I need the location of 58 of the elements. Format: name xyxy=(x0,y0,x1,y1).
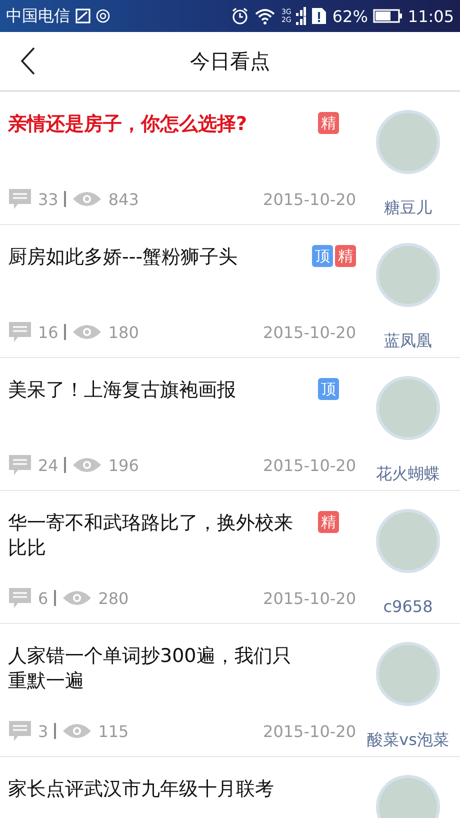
comment-icon xyxy=(8,321,32,343)
comment-icon xyxy=(8,587,32,609)
author-name: 酸菜vs泡菜 xyxy=(367,730,449,751)
view-count: 115 xyxy=(98,722,129,740)
post-badge: 顶 xyxy=(318,378,339,400)
signal-icon xyxy=(296,7,306,25)
carrier-name: 中国电信 xyxy=(6,6,70,26)
view-count: 280 xyxy=(98,588,129,608)
comment-count: 33 xyxy=(38,190,58,208)
comment-count: 3 xyxy=(38,722,48,740)
view-count: 196 xyxy=(108,456,139,474)
post-title: 亲情还是房子，你怎么选择? xyxy=(8,112,248,137)
wifi-icon xyxy=(254,7,276,25)
image-icon xyxy=(75,8,91,24)
post-item[interactable]: 美呆了！上海复古旗袍画报 顶 24 196 2015-10-20 花火蝴蝶 xyxy=(0,358,460,491)
comment-count: 24 xyxy=(38,456,58,474)
post-date: 2015-10-20 xyxy=(263,456,356,474)
battery-percent: 62% xyxy=(332,6,368,26)
author-name: 花火蝴蝶 xyxy=(376,464,440,485)
post-item[interactable]: 亲情还是房子，你怎么选择? 精 33 843 2015-10-20 糖豆儿 xyxy=(0,92,460,225)
author-name: c9658 xyxy=(383,597,433,616)
post-badge: 精 xyxy=(318,511,339,533)
post-title: 厨房如此多娇---蟹粉狮子头 xyxy=(8,245,239,270)
post-badge: 精 xyxy=(318,112,339,134)
post-badge: 精 xyxy=(335,245,356,267)
battery-icon xyxy=(372,8,403,24)
post-title: 华一寄不和武珞路比了，换外校来比比 xyxy=(8,511,294,561)
eye-icon xyxy=(62,589,92,607)
view-count: 843 xyxy=(108,190,139,208)
post-date: 2015-10-20 xyxy=(263,322,356,342)
author-name: 蓝凤凰 xyxy=(384,331,432,352)
comment-icon xyxy=(8,454,32,476)
post-title: 家长点评武汉市九年级十月联考 xyxy=(8,777,275,802)
sim-card-icon xyxy=(311,7,328,25)
post-date: 2015-10-20 xyxy=(263,722,356,740)
post-item[interactable]: 华一寄不和武珞路比了，换外校来比比 精 6 280 2015-10-20 c9658 xyxy=(0,491,460,624)
post-badge: 顶 xyxy=(312,245,333,267)
post-item[interactable]: 厨房如此多娇---蟹粉狮子头 顶 精 16 180 2015-10-20 蓝凤凰 xyxy=(0,225,460,358)
post-title: 人家错一个单词抄300遍，我们只重默一遍 xyxy=(8,644,292,694)
eye-icon xyxy=(62,722,92,740)
eye-icon xyxy=(72,190,102,208)
post-item[interactable]: 家长点评武汉市九年级十月联考 xyxy=(0,757,460,818)
target-icon xyxy=(96,9,110,23)
page-title: 今日看点 xyxy=(190,48,270,74)
comment-count: 16 xyxy=(38,322,58,342)
post-date: 2015-10-20 xyxy=(263,190,356,208)
post-item[interactable]: 人家错一个单词抄300遍，我们只重默一遍 3 115 2015-10-20 酸菜vs泡菜 xyxy=(0,624,460,757)
author-name: 糖豆儿 xyxy=(384,198,432,219)
view-count: 180 xyxy=(108,322,139,342)
post-date: 2015-10-20 xyxy=(263,588,356,608)
alarm-clock-icon xyxy=(231,7,250,25)
comment-icon xyxy=(8,188,32,210)
clock-time: 11:05 xyxy=(408,6,454,26)
eye-icon xyxy=(72,323,102,341)
post-title: 美呆了！上海复古旗袍画报 xyxy=(8,378,237,403)
eye-icon xyxy=(72,456,102,474)
comment-count: 6 xyxy=(38,588,48,608)
comment-icon xyxy=(8,720,32,742)
